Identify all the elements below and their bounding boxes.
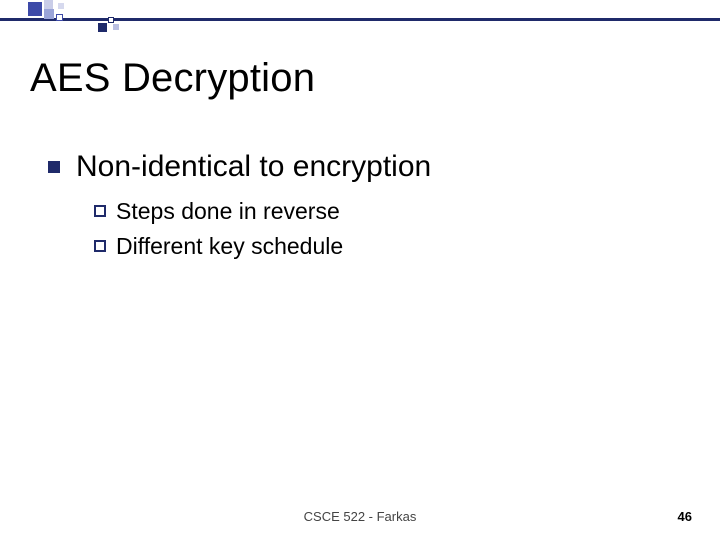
bullet-level2: Steps done in reverse: [94, 198, 680, 225]
slide: AES Decryption Non-identical to encrypti…: [0, 0, 720, 540]
decor-square-icon: [98, 23, 107, 32]
bullet-level1: Non-identical to encryption: [48, 150, 680, 184]
decor-square-icon: [44, 9, 54, 19]
decor-square-icon: [56, 14, 63, 21]
slide-content: Non-identical to encryption Steps done i…: [48, 150, 680, 260]
bullet-text: Steps done in reverse: [116, 198, 340, 225]
slide-title: AES Decryption: [30, 56, 315, 101]
square-bullet-hollow-icon: [94, 240, 106, 252]
page-number: 46: [678, 509, 692, 524]
square-bullet-filled-icon: [48, 161, 60, 173]
bullet-level2: Different key schedule: [94, 233, 680, 260]
decor-square-icon: [113, 24, 119, 30]
decor-square-icon: [58, 3, 64, 9]
footer-course: CSCE 522 - Farkas: [0, 509, 720, 524]
bullet-text: Non-identical to encryption: [76, 150, 431, 184]
decor-square-icon: [108, 17, 114, 23]
decor-square-icon: [44, 0, 53, 9]
header-decoration: [0, 0, 720, 40]
bullet-text: Different key schedule: [116, 233, 343, 260]
square-bullet-hollow-icon: [94, 205, 106, 217]
decor-square-icon: [28, 2, 42, 16]
